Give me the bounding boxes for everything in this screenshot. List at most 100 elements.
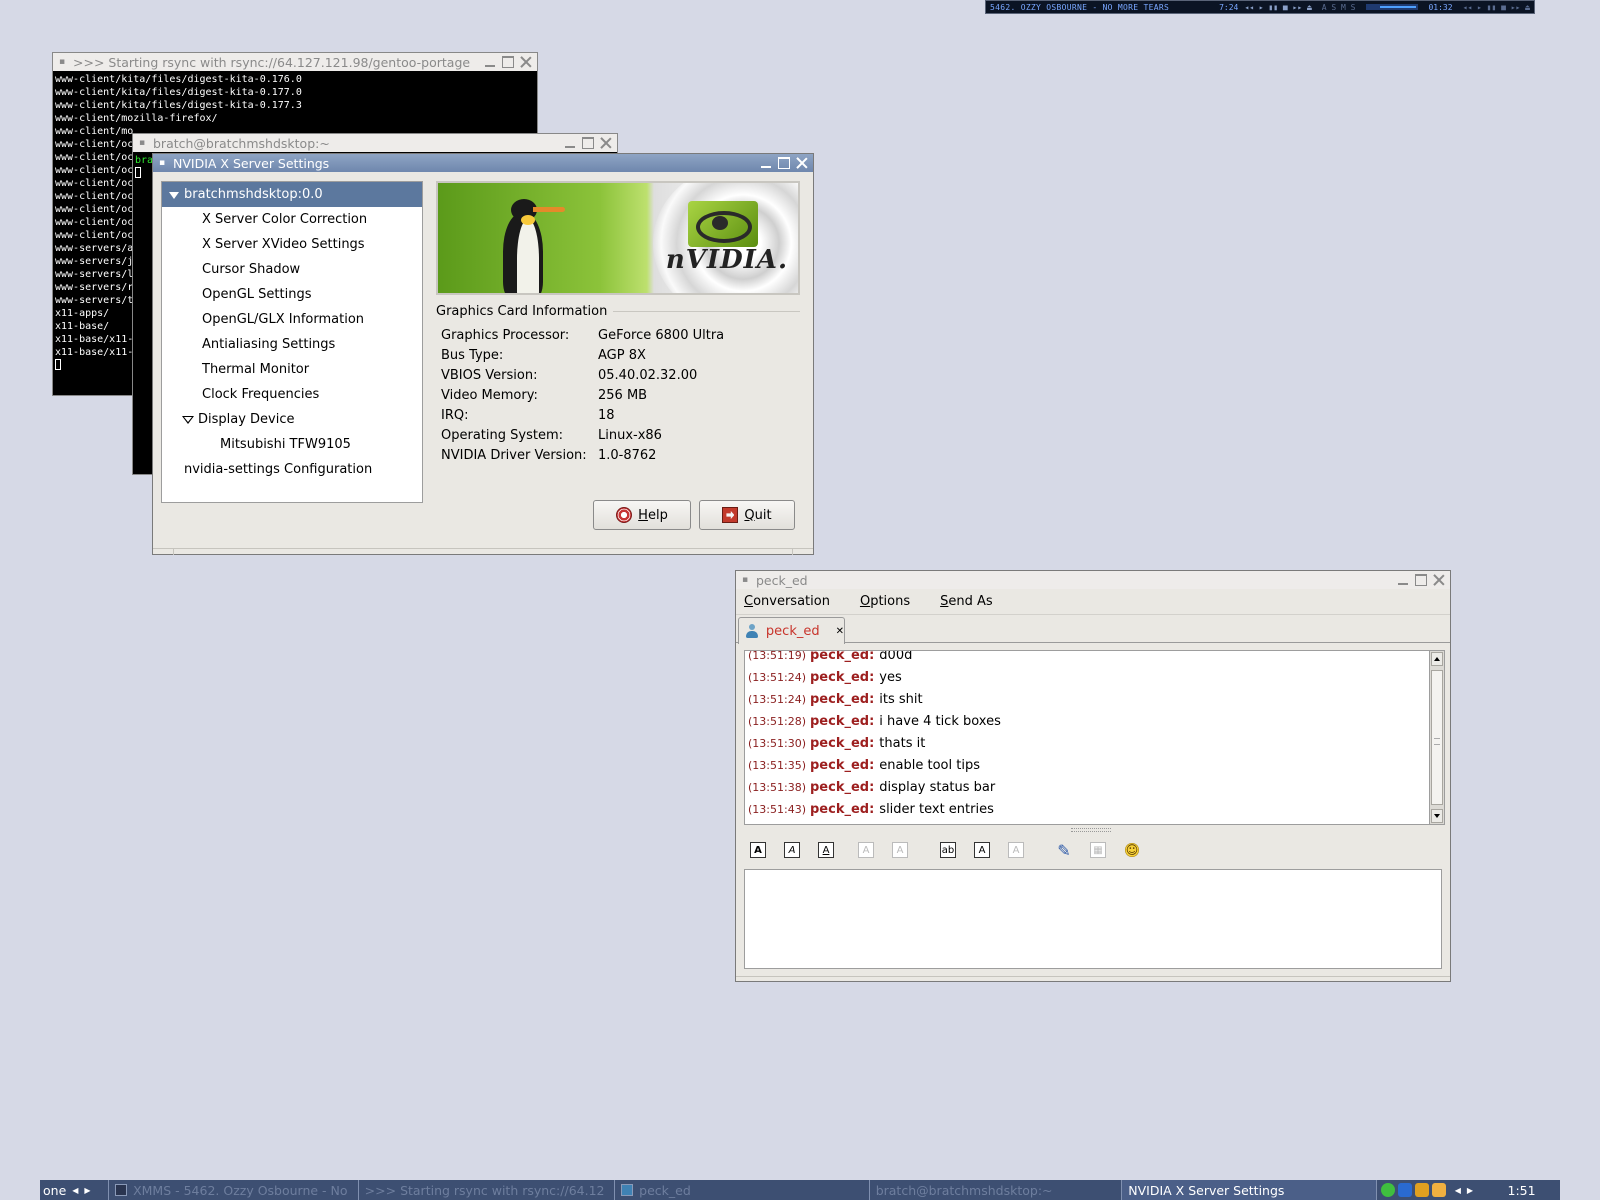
info-row: Operating System: Linux-x86: [441, 425, 724, 445]
chat-titlebar[interactable]: ▪ peck_ed: [736, 571, 1450, 589]
tray-app-icon[interactable]: [1397, 1183, 1412, 1197]
shrink-font-icon[interactable]: A: [892, 842, 908, 858]
maximize-icon[interactable]: [777, 156, 791, 170]
tree-item[interactable]: X Server XVideo Settings: [162, 232, 422, 257]
bold-icon[interactable]: A: [750, 842, 766, 858]
maximize-icon[interactable]: [581, 136, 595, 150]
tree-item-label: X Server XVideo Settings: [202, 237, 365, 252]
chat-log[interactable]: (13:51:19) peck_ed: d00d (13:51:24) peck_ed:…: [744, 650, 1430, 825]
quit-button[interactable]: Quit: [699, 500, 795, 530]
tree-item[interactable]: bratchmshdsktop:0.0: [162, 182, 422, 207]
chat-message: (13:51:30) peck_ed: thats it: [745, 732, 1429, 754]
info-value: 05.40.02.32.00: [598, 367, 698, 383]
tray-prev-icon[interactable]: ◀: [1455, 1186, 1461, 1195]
tree-item-label: Thermal Monitor: [202, 362, 310, 377]
window-menu-icon[interactable]: ▪: [157, 158, 167, 168]
maximize-icon[interactable]: [501, 55, 515, 69]
scroll-thumb[interactable]: [1431, 670, 1443, 805]
settings-tree[interactable]: bratchmshdsktop:0.0 X Server Color Correc…: [161, 181, 423, 503]
task-rsync-terminal[interactable]: >>> Starting rsync with rsync://64.12: [359, 1180, 616, 1200]
expander-icon[interactable]: [168, 190, 179, 200]
foreground-color-icon[interactable]: A: [974, 842, 990, 858]
rsync-terminal-titlebar[interactable]: ▪ >>> Starting rsync with rsync://64.127…: [53, 53, 537, 71]
workspace-switcher[interactable]: one ◀ ▶: [40, 1180, 110, 1200]
workspace-prev-icon[interactable]: ◀: [72, 1186, 78, 1195]
underline-icon[interactable]: A: [818, 842, 834, 858]
close-icon[interactable]: [795, 156, 809, 170]
chat-message: (13:51:24) peck_ed: yes: [745, 666, 1429, 688]
window-menu-icon[interactable]: ▪: [740, 575, 750, 585]
grow-font-icon[interactable]: A: [858, 842, 874, 858]
insert-image-icon[interactable]: ▦: [1090, 842, 1106, 858]
nvidia-settings-window[interactable]: ▪ NVIDIA X Server Settings bratchmshdskt…: [152, 153, 814, 555]
nvidia-settings-titlebar[interactable]: ▪ NVIDIA X Server Settings: [153, 154, 813, 172]
network-check-icon[interactable]: [1380, 1183, 1395, 1197]
xmms-toggles[interactable]: A S M S: [1322, 3, 1356, 12]
tree-item[interactable]: nvidia-settings Configuration: [162, 457, 422, 482]
task-home-terminal[interactable]: bratch@bratchmshdsktop:~: [870, 1180, 1123, 1200]
tree-item[interactable]: Clock Frequencies: [162, 382, 422, 407]
menu-send-as[interactable]: Send As: [940, 594, 1008, 609]
window-menu-icon[interactable]: ▪: [137, 138, 147, 148]
close-icon[interactable]: [519, 55, 533, 69]
tray-next-icon[interactable]: ▶: [1467, 1186, 1473, 1195]
task-xmms[interactable]: XMMS - 5462. Ozzy Osbourne - No: [109, 1180, 359, 1200]
message-input[interactable]: [744, 869, 1442, 969]
menu-options[interactable]: Options: [860, 594, 925, 609]
workspace-next-icon[interactable]: ▶: [84, 1186, 90, 1195]
info-key: Bus Type:: [441, 347, 504, 363]
tray-gift-icon[interactable]: [1431, 1183, 1446, 1197]
tree-item[interactable]: Display Device: [162, 407, 422, 432]
status-bar: [153, 548, 813, 555]
tree-item[interactable]: X Server Color Correction: [162, 207, 422, 232]
message-text: enable tool tips: [879, 757, 980, 773]
xmms-controls[interactable]: ◂◂ ▸ ▮▮ ■ ▸▸ ⏏: [1244, 3, 1311, 12]
tree-item[interactable]: OpenGL Settings: [162, 282, 422, 307]
xmms-extra-controls[interactable]: ◂◂ ▸ ▮▮ ■ ▸▸ ⏏: [1463, 3, 1530, 12]
xmms-player-bar[interactable]: 5462. OZZY OSBOURNE - NO MORE TEARS 7:24…: [985, 0, 1535, 14]
tab-peck-ed[interactable]: peck_ed ✕: [738, 617, 845, 644]
xmms-app-icon: [115, 1184, 128, 1196]
info-key: Operating System:: [441, 427, 563, 443]
minimize-icon[interactable]: [563, 136, 577, 150]
minimize-icon[interactable]: [1396, 573, 1410, 587]
chat-message: (13:51:28) peck_ed: i have 4 tick boxes: [745, 710, 1429, 732]
tree-item[interactable]: Antialiasing Settings: [162, 332, 422, 357]
window-menu-icon[interactable]: ▪: [57, 57, 67, 67]
home-terminal-titlebar[interactable]: ▪ bratch@bratchmshdsktop:~: [133, 134, 617, 152]
tree-item[interactable]: OpenGL/GLX Information: [162, 307, 422, 332]
scroll-up-arrow-icon[interactable]: [1431, 652, 1443, 666]
tab-close-icon[interactable]: ✕: [836, 626, 844, 637]
menu-conversation[interactable]: Conversation: [744, 594, 845, 609]
close-icon[interactable]: [599, 136, 613, 150]
tree-item-label: Antialiasing Settings: [202, 337, 336, 352]
task-chat[interactable]: peck_ed: [615, 1180, 870, 1200]
clock[interactable]: 1:51: [1483, 1183, 1560, 1198]
tree-item-label: OpenGL/GLX Information: [202, 312, 365, 327]
info-key: Video Memory:: [441, 387, 538, 403]
smiley-icon[interactable]: ☺: [1124, 842, 1140, 858]
help-button[interactable]: Help: [593, 500, 691, 530]
minimize-icon[interactable]: [483, 55, 497, 69]
background-color-icon[interactable]: A: [1008, 842, 1024, 858]
italic-icon[interactable]: A: [784, 842, 800, 858]
xmms-volume-slider[interactable]: [1365, 4, 1419, 10]
message-timestamp: (13:51:30): [748, 736, 806, 750]
minimize-icon[interactable]: [759, 156, 773, 170]
task-nvidia-settings[interactable]: NVIDIA X Server Settings: [1122, 1180, 1377, 1200]
insert-link-icon[interactable]: ✎: [1056, 841, 1072, 860]
tree-item[interactable]: Thermal Monitor: [162, 357, 422, 382]
quit-exit-icon: [722, 507, 739, 523]
font-face-icon[interactable]: ab: [940, 842, 956, 858]
tree-item[interactable]: Mitsubishi TFW9105: [162, 432, 422, 457]
chat-window[interactable]: ▪ peck_ed Conversation Options Send As p…: [735, 570, 1451, 982]
tree-item[interactable]: Cursor Shadow: [162, 257, 422, 282]
maximize-icon[interactable]: [1414, 573, 1428, 587]
tray-star-icon[interactable]: [1414, 1183, 1429, 1197]
close-icon[interactable]: [1432, 573, 1446, 587]
expander-icon[interactable]: [182, 415, 194, 425]
scroll-down-arrow-icon[interactable]: [1431, 809, 1443, 823]
message-timestamp: (13:51:24): [748, 670, 806, 684]
chat-log-scrollbar[interactable]: [1429, 650, 1445, 825]
pane-resize-grip[interactable]: [1071, 828, 1111, 832]
